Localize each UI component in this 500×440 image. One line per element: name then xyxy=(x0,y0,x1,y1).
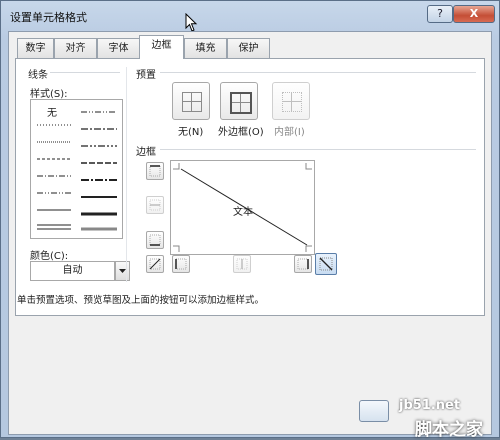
tab-font[interactable]: 字体 xyxy=(97,38,140,58)
hint-text: 单击预置选项、预览草图及上面的按钮可以添加边框样式。 xyxy=(17,295,265,306)
inside-grid-icon xyxy=(282,92,302,112)
color-label: 颜色(C): xyxy=(30,251,69,262)
watermark-brand: 脚本之家 xyxy=(415,420,483,440)
line-style-list[interactable]: 无 xyxy=(30,99,123,239)
border-bottom-icon xyxy=(149,234,161,246)
border-left-icon xyxy=(175,258,187,270)
border-inside-horizontal-icon xyxy=(149,199,161,211)
border-top-icon xyxy=(149,165,161,177)
presets-title: 预置 xyxy=(136,70,156,81)
border-diagonal-up-button[interactable] xyxy=(315,253,337,275)
color-dropdown[interactable]: 自动 xyxy=(30,261,115,281)
preset-none-button[interactable] xyxy=(172,82,210,120)
separator xyxy=(126,67,127,282)
preview-text: 文本 xyxy=(233,207,253,218)
tab-protection[interactable]: 保护 xyxy=(227,38,270,58)
border-title: 边框 xyxy=(136,147,156,158)
tab-border[interactable]: 边框 xyxy=(139,35,184,59)
border-inside-horizontal-button[interactable] xyxy=(146,196,164,214)
border-right-icon xyxy=(297,258,309,270)
preset-inside-label: 内部(I) xyxy=(274,127,305,138)
separator xyxy=(160,72,476,73)
tab-number[interactable]: 数字 xyxy=(17,38,54,58)
separator xyxy=(160,149,476,150)
border-preview[interactable]: 文本 xyxy=(170,160,315,255)
line-style-samples xyxy=(37,111,117,231)
preset-outline-button[interactable] xyxy=(220,82,258,120)
dialog-title: 设置单元格格式 xyxy=(10,11,87,24)
border-diagonal-down-button[interactable] xyxy=(146,255,164,273)
mouse-cursor-icon xyxy=(185,13,198,32)
diagonal-up-icon xyxy=(319,257,333,271)
tab-alignment[interactable]: 对齐 xyxy=(54,38,97,58)
preset-outline-label: 外边框(O) xyxy=(218,127,264,138)
border-left-button[interactable] xyxy=(172,255,190,273)
preset-inside-button[interactable] xyxy=(272,82,310,120)
close-button[interactable]: X xyxy=(453,5,495,23)
border-inside-vertical-icon xyxy=(236,258,248,270)
separator xyxy=(50,72,120,73)
tab-fill[interactable]: 填充 xyxy=(184,38,227,58)
title-bar: 设置单元格格式 ? X xyxy=(1,1,499,31)
chevron-down-icon xyxy=(119,269,126,273)
line-group-title: 线条 xyxy=(28,70,48,81)
dialog-client-area: 数字 对齐 字体 边框 填充 保护 线条 样式(S): 无 颜色(C): 自动 … xyxy=(8,31,492,435)
style-label: 样式(S): xyxy=(30,89,68,100)
watermark-site: jb51.net xyxy=(399,398,461,413)
border-bottom-button[interactable] xyxy=(146,231,164,249)
preset-none-label: 无(N) xyxy=(178,127,204,138)
format-cells-dialog: 设置单元格格式 ? X 数字 对齐 字体 边框 填充 保护 线条 样式(S): … xyxy=(0,0,500,440)
outline-grid-icon xyxy=(230,92,252,114)
help-button[interactable]: ? xyxy=(427,5,453,23)
border-right-button[interactable] xyxy=(294,255,312,273)
grid-icon xyxy=(182,92,202,112)
border-tab-panel: 线条 样式(S): 无 颜色(C): 自动 预置 无(N) 外边框(O) 内部(… xyxy=(15,58,485,316)
border-inside-vertical-button[interactable] xyxy=(233,255,251,273)
color-dropdown-arrow[interactable] xyxy=(115,261,130,281)
border-top-button[interactable] xyxy=(146,162,164,180)
diagonal-down-icon xyxy=(149,258,161,270)
ok-button[interactable] xyxy=(359,400,389,422)
